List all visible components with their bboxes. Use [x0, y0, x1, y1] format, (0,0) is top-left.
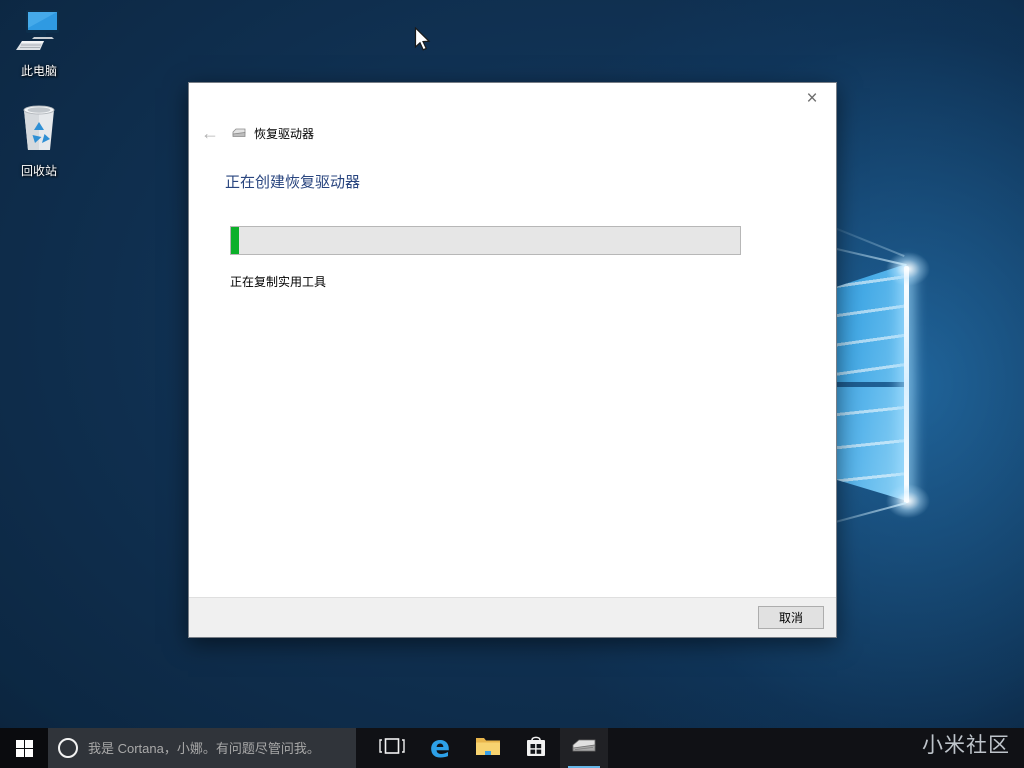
close-icon: × — [806, 88, 817, 110]
taskbar: e — [0, 728, 1024, 768]
cancel-button[interactable]: 取消 — [758, 606, 824, 629]
search-input[interactable] — [78, 728, 356, 768]
dialog-titlebar[interactable]: × — [189, 83, 836, 113]
desktop-icon-label: 回收站 — [6, 162, 72, 179]
xiaomi-community-watermark: 小米社区 — [922, 729, 1010, 759]
close-button[interactable]: × — [792, 85, 832, 113]
back-arrow-icon: ← — [201, 123, 219, 144]
dialog-app-title: 恢复驱动器 — [254, 125, 314, 142]
dialog-footer: 取消 — [189, 597, 836, 637]
desktop-icon-this-pc[interactable]: 此电脑 — [6, 8, 72, 79]
dialog-nav-row: ← 恢复驱动器 — [197, 121, 314, 145]
task-view-icon — [379, 736, 405, 761]
progress-fill — [231, 227, 239, 254]
windows-logo-icon — [16, 740, 33, 757]
recovery-drive-app-button[interactable] — [560, 728, 608, 768]
task-view-button[interactable] — [368, 728, 416, 768]
progress-status-text: 正在复制实用工具 — [230, 273, 326, 290]
recovery-drive-taskbar-icon — [570, 736, 598, 761]
cortana-icon — [58, 738, 78, 758]
recycle-bin-icon — [6, 102, 72, 159]
file-explorer-icon — [475, 735, 501, 762]
recovery-drive-icon — [231, 127, 247, 139]
file-explorer-button[interactable] — [464, 728, 512, 768]
start-button[interactable] — [0, 728, 48, 768]
back-button[interactable]: ← — [197, 121, 223, 145]
edge-button[interactable]: e — [416, 728, 464, 768]
cortana-search-box[interactable] — [48, 728, 356, 768]
desktop-icon-recycle-bin[interactable]: 回收站 — [6, 102, 72, 179]
progress-bar — [230, 226, 741, 255]
this-pc-icon — [6, 8, 72, 59]
store-button[interactable] — [512, 728, 560, 768]
recovery-drive-wizard-window: × ← 恢复驱动器 正在创建恢复驱动器 正在复制实用工具 取消 — [188, 82, 837, 638]
desktop-icon-label: 此电脑 — [6, 62, 72, 79]
store-icon — [524, 734, 548, 763]
wizard-heading: 正在创建恢复驱动器 — [225, 171, 360, 192]
edge-icon: e — [430, 733, 450, 763]
